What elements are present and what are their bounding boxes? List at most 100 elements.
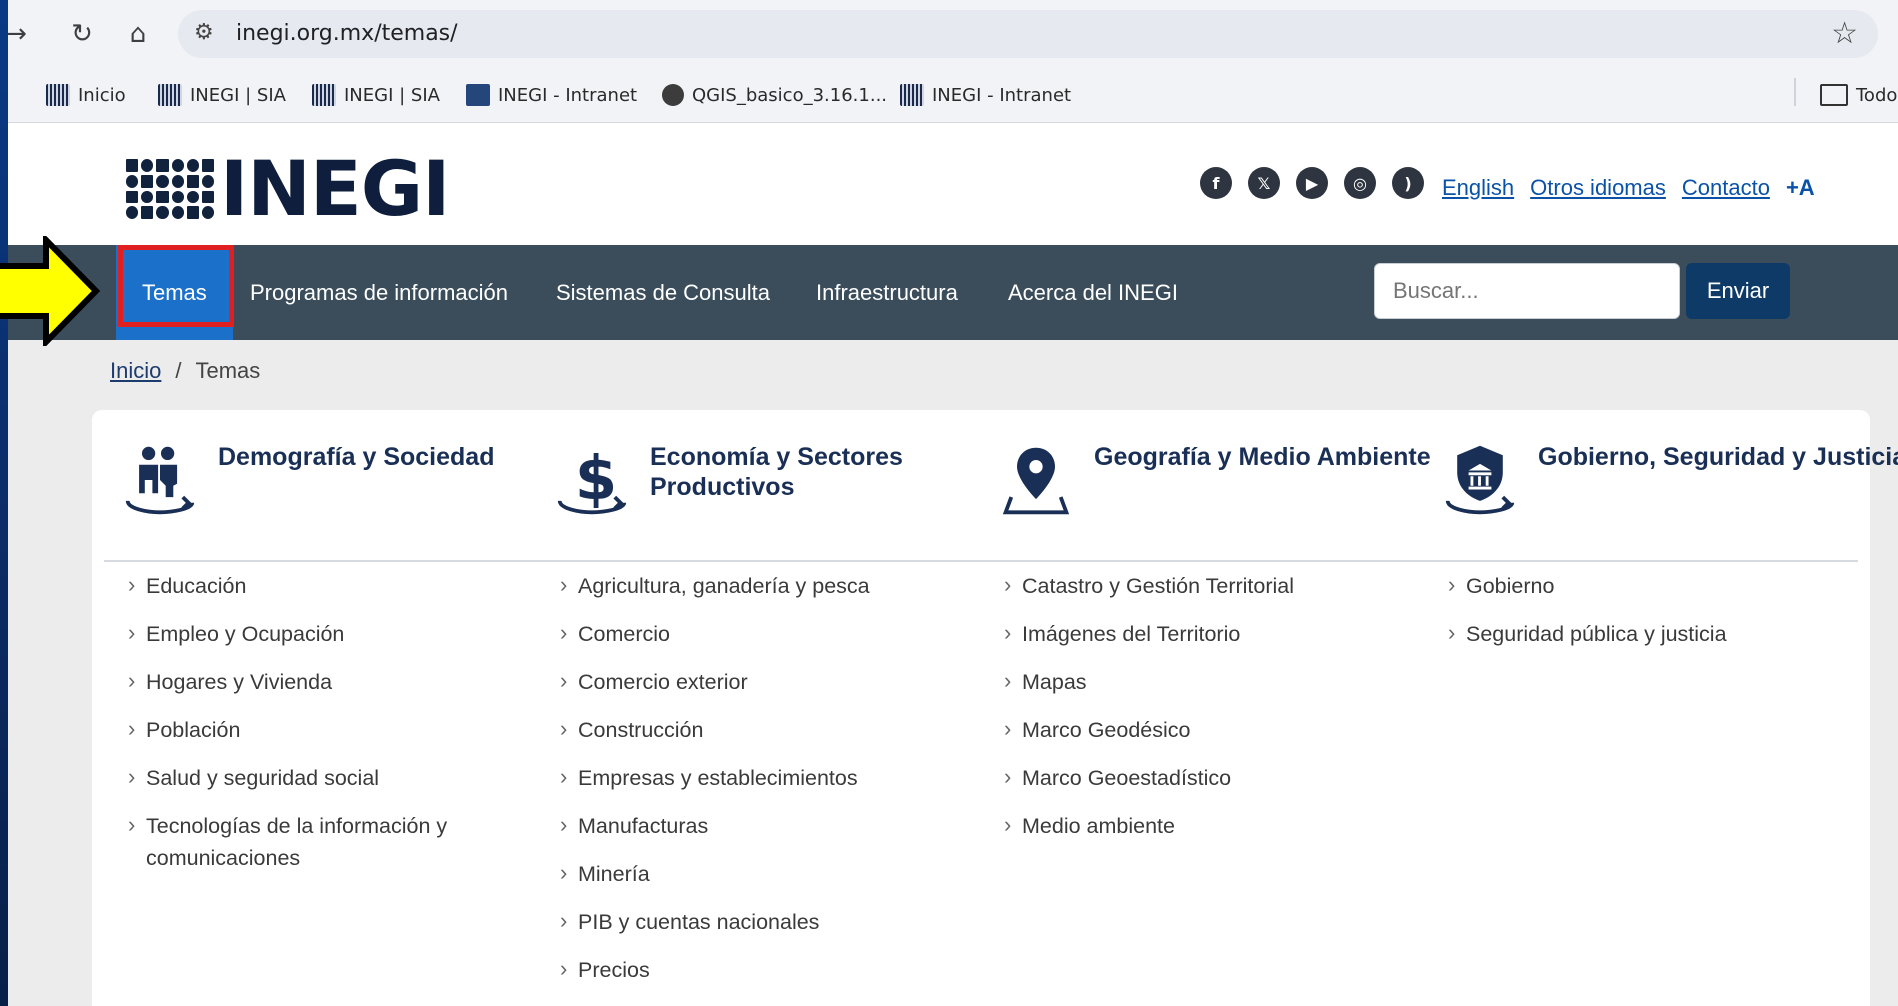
topic-link[interactable]: Hogares y Vivienda bbox=[122, 665, 522, 714]
topic-link[interactable]: Construcción bbox=[554, 713, 954, 762]
nav-programas[interactable]: Programas de información bbox=[250, 245, 508, 340]
topic-title[interactable]: Geografía y Medio Ambiente bbox=[1094, 442, 1474, 518]
card-divider bbox=[104, 560, 1858, 562]
nav-sistemas-consulta[interactable]: Sistemas de Consulta bbox=[556, 245, 770, 340]
inegi-favicon-icon bbox=[46, 84, 70, 106]
topic-link[interactable]: Empresas y establecimientos bbox=[554, 761, 954, 810]
facebook-icon[interactable]: f bbox=[1200, 167, 1232, 199]
bookmark-label: Inicio bbox=[78, 84, 126, 106]
topics-card: Demografía y Sociedad Educación Empleo y… bbox=[92, 410, 1898, 1006]
topic-link[interactable]: Gobierno bbox=[1442, 569, 1842, 618]
breadcrumb-current: Temas bbox=[195, 358, 261, 383]
rss-icon[interactable]: ) bbox=[1392, 167, 1424, 199]
bookmark-item[interactable]: INEGI | SIA bbox=[312, 82, 440, 108]
nav-acerca[interactable]: Acerca del INEGI bbox=[1008, 245, 1178, 340]
bookmark-label: INEGI - Intranet bbox=[498, 84, 638, 106]
bookmark-item[interactable]: INEGI - Intranet bbox=[900, 82, 1071, 108]
breadcrumb: Inicio / Temas bbox=[110, 358, 260, 384]
site-info-icon[interactable]: ⚙ bbox=[194, 20, 214, 45]
topic-list: Agricultura, ganadería y pesca Comercio … bbox=[554, 569, 954, 1002]
folder-icon bbox=[1820, 84, 1848, 106]
url-text[interactable]: inegi.org.mx/temas/ bbox=[236, 21, 458, 46]
topic-link[interactable]: Agricultura, ganadería y pesca bbox=[554, 569, 954, 618]
topic-link[interactable]: Comercio exterior bbox=[554, 665, 954, 714]
font-size-increase-button[interactable]: +A bbox=[1786, 175, 1815, 201]
topic-link[interactable]: Marco Geodésico bbox=[998, 713, 1398, 762]
otros-idiomas-link[interactable]: Otros idiomas bbox=[1530, 175, 1666, 201]
main-nav: Temas Programas de información Sistemas … bbox=[8, 245, 1898, 340]
search-submit-button[interactable]: Enviar bbox=[1686, 263, 1790, 319]
reload-icon[interactable]: ↻ bbox=[62, 14, 102, 54]
topic-link[interactable]: Medio ambiente bbox=[998, 809, 1398, 858]
topic-list: Catastro y Gestión Territorial Imágenes … bbox=[998, 569, 1398, 858]
svg-text:$: $ bbox=[575, 444, 617, 514]
highlight-box bbox=[118, 245, 234, 327]
bookmark-item[interactable]: INEGI | SIA bbox=[158, 82, 286, 108]
address-toolbar: → ↻ ⌂ ⚙ inegi.org.mx/temas/ ☆ bbox=[8, 0, 1898, 68]
topic-link[interactable]: Manufacturas bbox=[554, 809, 954, 858]
topic-link[interactable]: Catastro y Gestión Territorial bbox=[998, 569, 1398, 618]
dollar-icon: $ bbox=[557, 444, 627, 515]
bookmark-label: INEGI | SIA bbox=[344, 84, 440, 106]
forward-icon[interactable]: → bbox=[8, 14, 36, 54]
topic-link[interactable]: Salud y seguridad social bbox=[122, 761, 522, 810]
inegi-logo[interactable]: INEGI bbox=[126, 144, 450, 233]
all-bookmarks-folder[interactable]: Todo bbox=[1820, 82, 1897, 108]
bookmark-folder-label: Todo bbox=[1856, 84, 1898, 106]
content-area: Inicio / Temas Demografía y Sociedad › E… bbox=[8, 340, 1898, 1006]
shield-building-icon bbox=[1445, 445, 1515, 515]
youtube-icon[interactable]: ▶ bbox=[1296, 167, 1328, 199]
logo-mark-icon bbox=[126, 159, 214, 219]
map-pin-icon bbox=[1002, 447, 1070, 515]
breadcrumb-home-link[interactable]: Inicio bbox=[110, 358, 161, 384]
site-header: INEGI f 𝕏 ▶ ◎ ) English Otros idiomas Co… bbox=[8, 123, 1898, 245]
bookmark-item[interactable]: Inicio bbox=[46, 82, 126, 108]
bookmark-label: INEGI - Intranet bbox=[932, 84, 1072, 106]
contacto-link[interactable]: Contacto bbox=[1682, 175, 1770, 201]
topic-list: Educación Empleo y Ocupación Hogares y V… bbox=[122, 569, 522, 890]
topic-link[interactable]: Educación bbox=[122, 569, 522, 618]
bookmark-star-icon[interactable]: ☆ bbox=[1831, 16, 1858, 51]
topic-link[interactable]: Tecnologías de la información y comunica… bbox=[122, 809, 522, 890]
breadcrumb-separator: / bbox=[175, 358, 182, 383]
web-page: INEGI f 𝕏 ▶ ◎ ) English Otros idiomas Co… bbox=[8, 123, 1898, 1006]
header-links: English Otros idiomas Contacto +A bbox=[1442, 175, 1815, 201]
inegi-favicon-icon bbox=[158, 84, 182, 106]
social-links: f 𝕏 ▶ ◎ ) bbox=[1200, 167, 1424, 199]
topic-link[interactable]: Marco Geoestadístico bbox=[998, 761, 1398, 810]
topic-link[interactable]: Precios bbox=[554, 953, 954, 1002]
bookmarks-bar: Inicio INEGI | SIA INEGI | SIA INEGI - I… bbox=[8, 68, 1898, 123]
inegi-favicon-icon bbox=[466, 84, 490, 106]
topic-link[interactable]: Seguridad pública y justicia bbox=[1442, 617, 1842, 666]
bookmarks-separator bbox=[1794, 78, 1796, 106]
inegi-favicon-icon bbox=[900, 84, 924, 106]
topic-link[interactable]: Comercio bbox=[554, 617, 954, 666]
address-bar[interactable]: ⚙ inegi.org.mx/temas/ ☆ bbox=[178, 10, 1878, 58]
logo-text: INEGI bbox=[220, 144, 450, 233]
topic-title[interactable]: Demografía y Sociedad bbox=[218, 442, 598, 518]
inegi-favicon-icon bbox=[312, 84, 336, 106]
topic-link[interactable]: Población bbox=[122, 713, 522, 762]
topic-link[interactable]: PIB y cuentas nacionales bbox=[554, 905, 954, 954]
bookmark-label: INEGI | SIA bbox=[190, 84, 286, 106]
nav-infraestructura[interactable]: Infraestructura bbox=[816, 245, 958, 340]
annotation-arrow-icon bbox=[0, 236, 101, 346]
browser-window: → ↻ ⌂ ⚙ inegi.org.mx/temas/ ☆ Inicio INE… bbox=[8, 0, 1898, 1006]
instagram-icon[interactable]: ◎ bbox=[1344, 167, 1376, 199]
bookmark-label: QGIS_basico_3.16.1... bbox=[692, 84, 888, 106]
topic-link[interactable]: Minería bbox=[554, 857, 954, 906]
topic-list: Gobierno Seguridad pública y justicia bbox=[1442, 569, 1842, 666]
topic-title[interactable]: Economía y Sectores Productivos bbox=[650, 442, 1030, 518]
home-icon[interactable]: ⌂ bbox=[118, 14, 158, 54]
topic-link[interactable]: Empleo y Ocupación bbox=[122, 617, 522, 666]
search-input[interactable] bbox=[1374, 263, 1680, 319]
x-icon[interactable]: 𝕏 bbox=[1248, 167, 1280, 199]
family-icon bbox=[125, 446, 195, 515]
qgis-favicon-icon bbox=[662, 84, 684, 106]
topic-title[interactable]: Gobierno, Seguridad y Justicia bbox=[1538, 442, 1898, 518]
english-link[interactable]: English bbox=[1442, 175, 1514, 201]
topic-link[interactable]: Imágenes del Territorio bbox=[998, 617, 1398, 666]
topic-link[interactable]: Mapas bbox=[998, 665, 1398, 714]
bookmark-item[interactable]: QGIS_basico_3.16.1... bbox=[662, 82, 887, 108]
bookmark-item[interactable]: INEGI - Intranet bbox=[466, 82, 637, 108]
